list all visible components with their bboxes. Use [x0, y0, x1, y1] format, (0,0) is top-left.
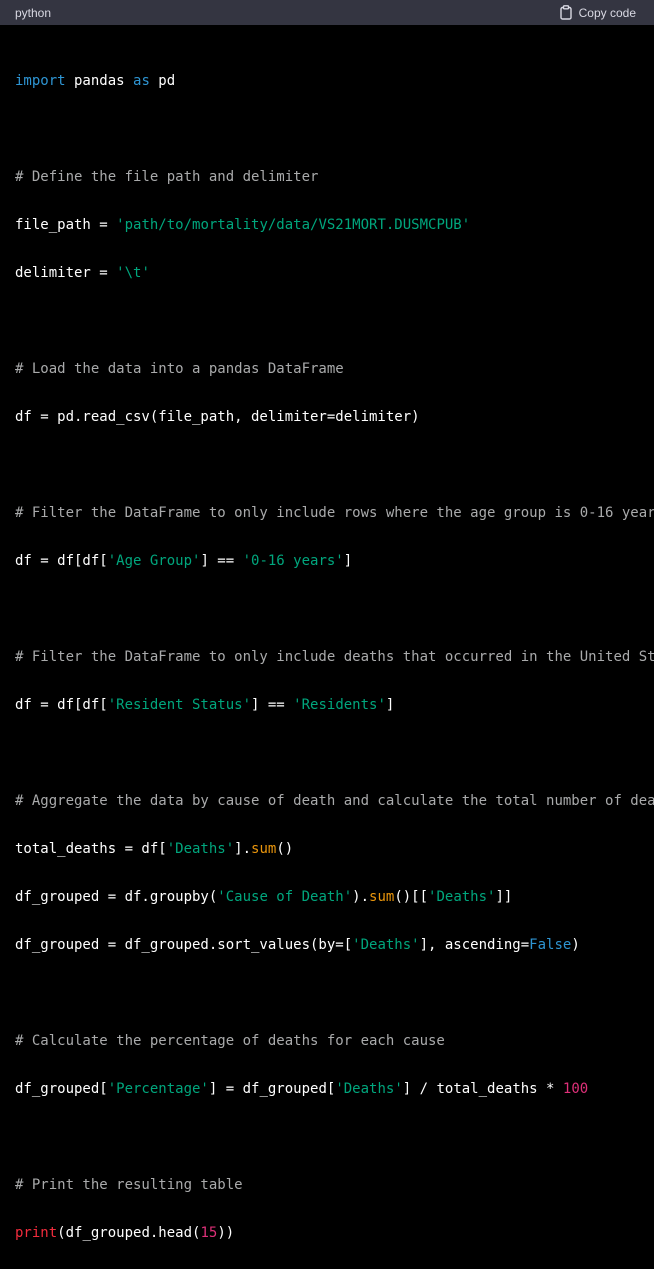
boolean: False	[529, 937, 572, 953]
code-line: import pandas as pd	[15, 69, 654, 93]
code-text: ].	[234, 841, 252, 857]
string: 'Deaths'	[352, 937, 420, 953]
code-text: ] / total_deaths *	[402, 1081, 563, 1097]
string: 'Residents'	[293, 697, 386, 713]
code-line: # Filter the DataFrame to only include d…	[15, 645, 654, 669]
code-line: total_deaths = df['Deaths'].sum()	[15, 837, 654, 861]
comment: # Calculate the percentage of deaths for…	[15, 1033, 445, 1049]
code-text: ))	[217, 1225, 235, 1241]
copy-code-label: Copy code	[578, 5, 636, 20]
comment: # Filter the DataFrame to only include d…	[15, 649, 654, 665]
code-text: df_grouped = df.groupby(	[15, 889, 218, 905]
number: 15	[200, 1225, 218, 1241]
code-line: df_grouped['Percentage'] = df_grouped['D…	[15, 1077, 654, 1101]
string: '0-16 years'	[242, 553, 344, 569]
code-text: ], ascending=	[419, 937, 530, 953]
number: 100	[562, 1081, 589, 1097]
code-text: (df_grouped.head(	[57, 1225, 201, 1241]
code-line: df_grouped = df.groupby('Cause of Death'…	[15, 885, 654, 909]
string: 'Percentage'	[107, 1081, 209, 1097]
code-text: ]]	[495, 889, 513, 905]
code-line: df = pd.read_csv(file_path, delimiter=de…	[15, 405, 654, 429]
code-line: df = df[df['Age Group'] == '0-16 years']	[15, 549, 654, 573]
code-block-header: python Copy code	[0, 0, 654, 25]
code-text: df = pd.read_csv(file_path, delimiter=de…	[15, 409, 420, 425]
string: '\t'	[116, 265, 150, 281]
code-text: ).	[352, 889, 370, 905]
comment: # Filter the DataFrame to only include r…	[15, 505, 654, 521]
code-text: total_deaths = df[	[15, 841, 167, 857]
builtin-function: print	[15, 1225, 58, 1241]
comment: # Load the data into a pandas DataFrame	[15, 361, 344, 377]
comment: # Define the file path and delimiter	[15, 169, 319, 185]
language-label: python	[15, 5, 52, 20]
code-text: pd	[149, 73, 176, 89]
code-line: # Filter the DataFrame to only include r…	[15, 501, 654, 525]
string: 'Deaths'	[335, 1081, 403, 1097]
string: 'Age Group'	[107, 553, 201, 569]
code-line: print(df_grouped.head(15))	[15, 1221, 654, 1245]
string: 'Resident Status'	[107, 697, 252, 713]
code-text: ] = df_grouped[	[208, 1081, 336, 1097]
code-text: df = df[df[	[15, 553, 108, 569]
code-line: # Aggregate the data by cause of death a…	[15, 789, 654, 813]
string: 'Cause of Death'	[217, 889, 353, 905]
code-line: delimiter = '\t'	[15, 261, 654, 285]
code-text: ()[[	[394, 889, 429, 905]
keyword: import	[15, 73, 66, 89]
keyword: as	[133, 73, 150, 89]
code-line: # Print the resulting table	[15, 1173, 654, 1197]
comment: # Print the resulting table	[15, 1177, 243, 1193]
comment: # Aggregate the data by cause of death a…	[15, 793, 654, 809]
string: 'Deaths'	[428, 889, 496, 905]
code-text: ]	[385, 697, 395, 713]
code-text: df_grouped[	[15, 1081, 108, 1097]
code-text: )	[571, 937, 580, 953]
clipboard-icon	[559, 5, 572, 20]
code-text: ] ==	[251, 697, 294, 713]
code-line: # Calculate the percentage of deaths for…	[15, 1029, 654, 1053]
code-line: # Load the data into a pandas DataFrame	[15, 357, 654, 381]
code-text: file_path =	[15, 217, 117, 233]
code-line: # Define the file path and delimiter	[15, 165, 654, 189]
code-editor[interactable]: import pandas as pd # Define the file pa…	[0, 25, 654, 1269]
method-name: sum	[369, 889, 395, 905]
copy-code-button[interactable]: Copy code	[559, 5, 636, 20]
code-text: df = df[df[	[15, 697, 108, 713]
code-line: df = df[df['Resident Status'] == 'Reside…	[15, 693, 654, 717]
code-text: delimiter =	[15, 265, 117, 281]
string: 'path/to/mortality/data/VS21MORT.DUSMCPU…	[116, 217, 471, 233]
code-text: ()	[276, 841, 294, 857]
code-text: pandas	[65, 73, 134, 89]
code-text: ]	[343, 553, 353, 569]
string: 'Deaths'	[166, 841, 235, 857]
code-line: df_grouped = df_grouped.sort_values(by=[…	[15, 933, 654, 957]
method-name: sum	[251, 841, 277, 857]
code-line: file_path = 'path/to/mortality/data/VS21…	[15, 213, 654, 237]
code-text: df_grouped = df_grouped.sort_values(by=[	[15, 937, 353, 953]
code-text: ] ==	[200, 553, 243, 569]
